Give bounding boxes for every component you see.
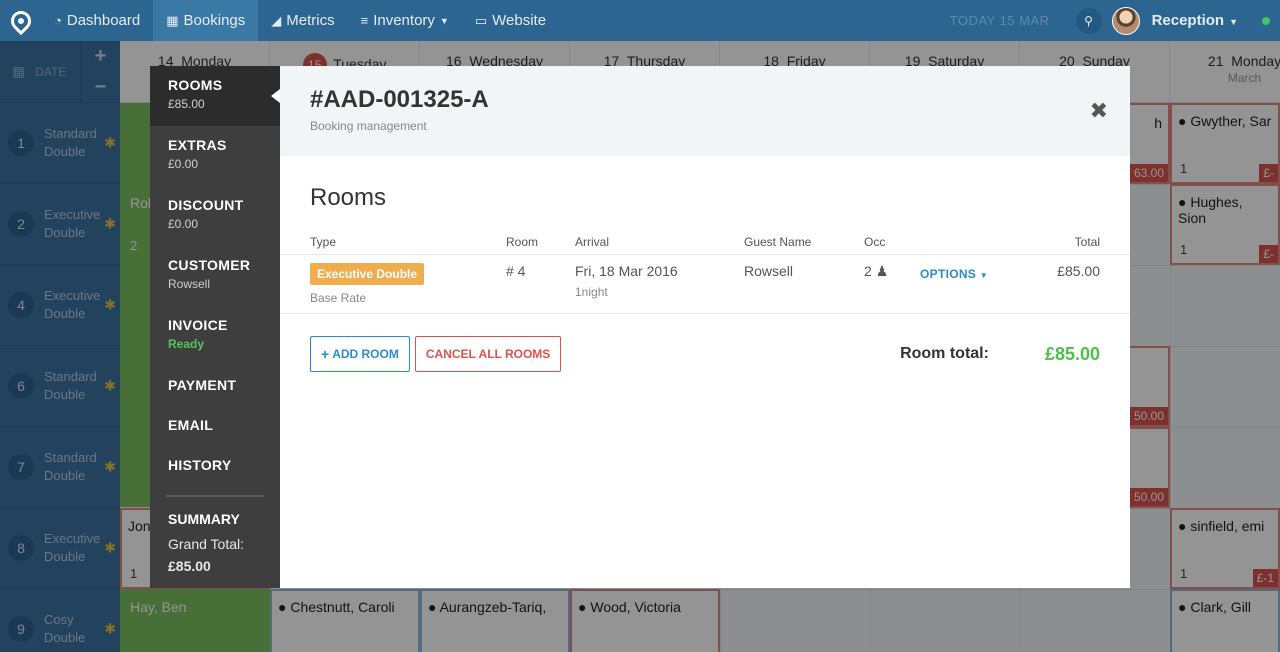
- nights-count: 1night: [575, 285, 608, 299]
- user-name: Reception: [1151, 12, 1225, 29]
- chevron-down-icon: ▼: [1229, 17, 1238, 27]
- cell-guest: Rowsell: [744, 263, 794, 279]
- cell-total: £85.00: [1057, 263, 1100, 279]
- cell-arrival: Fri, 18 Mar 2016 1night: [575, 263, 744, 313]
- booking-sidebar: ROOMS £85.00 EXTRAS £0.00 DISCOUNT £0.00…: [150, 66, 280, 588]
- sidebar-item-extras[interactable]: EXTRAS £0.00: [150, 126, 280, 186]
- column-header-room: Room: [506, 235, 539, 249]
- modal-subtitle: Booking management: [310, 119, 427, 133]
- sidebar-item-value: £85.00: [168, 97, 205, 111]
- column-header-arrival: Arrival: [575, 235, 610, 249]
- action-row: + ADD ROOM CANCEL ALL ROOMS Room total: £…: [310, 336, 1100, 372]
- nav-website-label: Website: [492, 12, 547, 29]
- sidebar-item-label: PAYMENT: [168, 377, 237, 393]
- room-type-badge[interactable]: Executive Double: [310, 263, 425, 285]
- sidebar-item-value: Rowsell: [168, 277, 211, 291]
- nav-dashboard-label: Dashboard: [66, 12, 141, 29]
- sidebar-item-label: EMAIL: [168, 417, 214, 433]
- summary-label: SUMMARY: [168, 511, 240, 527]
- online-status-icon: [1262, 16, 1270, 25]
- sidebar-item-label: DISCOUNT: [168, 197, 244, 213]
- sidebar-summary: SUMMARY Grand Total: £85.00: [150, 511, 280, 574]
- section-title: Rooms: [310, 184, 387, 211]
- nav-bookings[interactable]: ▦ Bookings: [153, 0, 259, 41]
- bookings-icon: ▦: [166, 12, 179, 28]
- sidebar-item-invoice[interactable]: INVOICE Ready: [150, 306, 280, 366]
- website-icon: ▭: [474, 12, 488, 28]
- occupancy-count: 2: [864, 263, 872, 279]
- dashboard-icon: ◔: [54, 13, 62, 28]
- active-pointer-icon: [271, 89, 280, 103]
- search-button[interactable]: ⚲: [1075, 7, 1102, 34]
- sidebar-item-label: ROOMS: [168, 77, 223, 93]
- cell-occupancy: 2 ♟: [864, 263, 920, 313]
- sidebar-divider: [166, 495, 264, 497]
- rate-plan: Base Rate: [310, 291, 367, 305]
- sidebar-item-history[interactable]: HISTORY: [150, 446, 280, 486]
- location-pin-icon: [6, 6, 35, 35]
- nav-bookings-label: Bookings: [183, 12, 246, 29]
- arrival-date: Fri, 18 Mar 2016: [575, 263, 678, 279]
- chevron-down-icon: ▼: [979, 271, 988, 280]
- sidebar-item-discount[interactable]: DISCOUNT £0.00: [150, 186, 280, 246]
- sidebar-item-customer[interactable]: CUSTOMER Rowsell: [150, 246, 280, 306]
- nav-metrics[interactable]: ◢ Metrics: [258, 0, 347, 41]
- chevron-down-icon: ▼: [439, 15, 449, 26]
- modal-header: #AAD-001325-A Booking management ✖: [280, 66, 1130, 156]
- nav-inventory-label: Inventory: [373, 12, 435, 29]
- column-header-guest: Guest Name: [744, 235, 812, 249]
- cancel-all-rooms-button[interactable]: CANCEL ALL ROOMS: [414, 336, 562, 372]
- grand-total-label: Grand Total:: [168, 536, 245, 552]
- plus-icon: +: [321, 346, 330, 362]
- sidebar-item-email[interactable]: EMAIL: [150, 406, 280, 446]
- column-header-type: Type: [310, 235, 337, 249]
- sidebar-item-rooms[interactable]: ROOMS £85.00: [150, 66, 280, 126]
- person-icon: ♟: [875, 263, 889, 279]
- nav-metrics-label: Metrics: [286, 12, 335, 29]
- column-header-occ: Occ: [864, 235, 886, 249]
- close-icon: ✖: [1089, 98, 1108, 123]
- inventory-icon: ≡: [360, 13, 369, 28]
- avatar[interactable]: [1111, 6, 1140, 35]
- options-dropdown[interactable]: OPTIONS ▼: [920, 263, 1030, 313]
- close-button[interactable]: ✖: [1090, 100, 1108, 122]
- grand-total-value: £85.00: [168, 558, 211, 574]
- add-room-label: ADD ROOM: [332, 347, 399, 361]
- sidebar-item-label: INVOICE: [168, 317, 228, 333]
- sidebar-item-payment[interactable]: PAYMENT: [150, 366, 280, 406]
- booking-reference: #AAD-001325-A: [310, 86, 489, 113]
- user-menu[interactable]: Reception ▼: [1152, 12, 1238, 29]
- top-navbar: ◔ Dashboard ▦ Bookings ◢ Metrics ≡ Inven…: [0, 0, 1280, 41]
- modal-body: Rooms Type Room Arrival Guest Name Occ T…: [280, 156, 1130, 372]
- booking-modal: #AAD-001325-A Booking management ✖ Rooms…: [280, 66, 1130, 588]
- nav-dashboard[interactable]: ◔ Dashboard: [41, 0, 153, 41]
- cell-room: # 4: [506, 263, 526, 279]
- table-row: Executive Double Base Rate # 4 Fri, 18 M…: [280, 254, 1130, 314]
- sidebar-item-label: CUSTOMER: [168, 257, 251, 273]
- metrics-icon: ◢: [271, 12, 282, 28]
- sidebar-item-label: HISTORY: [168, 457, 232, 473]
- search-icon: ⚲: [1084, 13, 1093, 28]
- cell-type: Executive Double Base Rate: [310, 263, 506, 313]
- add-room-button[interactable]: + ADD ROOM: [310, 336, 410, 372]
- column-header-total: Total: [1074, 235, 1100, 249]
- nav-website[interactable]: ▭ Website: [462, 0, 559, 41]
- invoice-status-badge: Ready: [168, 337, 205, 351]
- sidebar-item-value: £0.00: [168, 217, 199, 231]
- room-total-value: £85.00: [1044, 343, 1100, 364]
- app-logo[interactable]: [0, 0, 41, 41]
- sidebar-item-label: EXTRAS: [168, 137, 227, 153]
- room-total-label: Room total:: [900, 345, 989, 362]
- sidebar-item-value: £0.00: [168, 157, 199, 171]
- options-label: OPTIONS: [920, 267, 977, 281]
- cancel-all-label: CANCEL ALL ROOMS: [425, 347, 551, 361]
- today-indicator[interactable]: TODAY 15 MAR: [950, 13, 1050, 28]
- nav-inventory[interactable]: ≡ Inventory ▼: [348, 0, 462, 41]
- table-header: Type Room Arrival Guest Name Occ Total: [310, 230, 1100, 254]
